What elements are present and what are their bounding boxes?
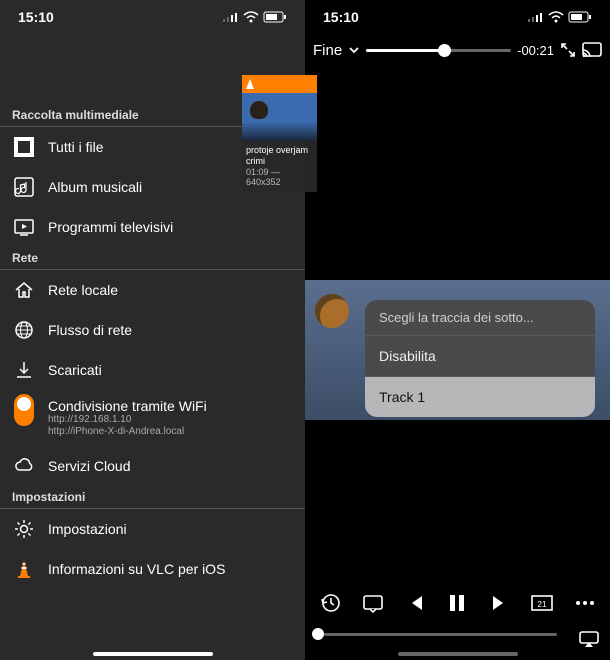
section-network: Rete: [0, 247, 305, 270]
cloud-icon: [12, 454, 36, 478]
pause-button[interactable]: [442, 588, 472, 618]
status-bar: 15:10: [0, 0, 305, 34]
status-bar: 15:10: [305, 0, 610, 34]
battery-icon: [568, 11, 592, 23]
menu-cloud[interactable]: Servizi Cloud: [0, 446, 305, 486]
section-settings: Impostazioni: [0, 486, 305, 509]
vlc-cone-icon: [246, 79, 254, 89]
subtitle-icon[interactable]: [358, 588, 388, 618]
subtitle-track-popup: Scegli la traccia dei sotto... Disabilit…: [365, 300, 595, 417]
wifi-icon: [548, 11, 564, 23]
wifi-url2: http://iPhone-X-di-Andrea.local: [48, 426, 207, 438]
next-button[interactable]: [485, 588, 515, 618]
globe-icon: [12, 318, 36, 342]
video-meta: 01:09 — 640x352: [246, 167, 313, 189]
vlc-cone-icon: [12, 557, 36, 581]
menu-about[interactable]: Informazioni su VLC per iOS: [0, 549, 305, 589]
wifi-url1: http://192.168.1.10: [48, 414, 207, 426]
menu-label: Tutti i file: [48, 139, 104, 155]
video-title: protoje overjam crimi: [246, 145, 313, 167]
done-button[interactable]: Fine: [313, 42, 342, 59]
menu-label: Programmi televisivi: [48, 219, 173, 235]
menu-screen: 15:10 protoje overjam crimi 01:09 — 640x…: [0, 0, 305, 660]
playback-controls: 21: [305, 588, 610, 626]
time-remaining: -00:21: [517, 43, 554, 58]
menu-label: Album musicali: [48, 179, 142, 195]
download-icon: [12, 358, 36, 382]
previous-button[interactable]: [400, 588, 430, 618]
video-info: protoje overjam crimi 01:09 — 640x352: [242, 141, 317, 192]
popup-title: Scegli la traccia dei sotto...: [365, 300, 595, 335]
cellular-icon: [223, 12, 239, 22]
status-time: 15:10: [323, 9, 359, 25]
chevron-down-icon[interactable]: [348, 44, 360, 56]
player-screen: 15:10 Fine -00:21: [305, 0, 610, 660]
menu-label: Servizi Cloud: [48, 458, 130, 474]
wifi-toggle[interactable]: [12, 398, 36, 422]
airplay-icon[interactable]: [578, 630, 600, 648]
status-time: 15:10: [18, 9, 54, 25]
menu-tv-shows[interactable]: Programmi televisivi: [0, 207, 305, 247]
menu-network-stream[interactable]: Flusso di rete: [0, 310, 305, 350]
menu-label: Scaricati: [48, 362, 102, 378]
home-indicator[interactable]: [398, 652, 518, 656]
music-icon: [12, 175, 36, 199]
player-top-bar: Fine -00:21: [305, 34, 610, 62]
menu-settings[interactable]: Impostazioni: [0, 509, 305, 549]
fullscreen-icon[interactable]: [560, 42, 576, 58]
cast-icon[interactable]: [582, 42, 602, 58]
menu-label: Impostazioni: [48, 521, 127, 537]
history-icon[interactable]: [315, 588, 345, 618]
gear-icon: [12, 517, 36, 541]
video-thumbnail: [242, 93, 317, 141]
playback-scrubber[interactable]: [366, 40, 511, 60]
menu-local-network[interactable]: Rete locale: [0, 270, 305, 310]
more-icon[interactable]: [570, 588, 600, 618]
home-indicator[interactable]: [93, 652, 213, 656]
menu-label: Condivisione tramite WiFi: [48, 398, 207, 414]
menu-wifi-sharing[interactable]: Condivisione tramite WiFi http://192.168…: [0, 390, 305, 446]
svg-text:21: 21: [538, 600, 547, 609]
menu-downloads[interactable]: Scaricati: [0, 350, 305, 390]
subtitle-option-disable[interactable]: Disabilita: [365, 335, 595, 376]
menu-label: Flusso di rete: [48, 322, 132, 338]
battery-icon: [263, 11, 287, 23]
status-icons: [528, 11, 592, 23]
menu-label: Informazioni su VLC per iOS: [48, 561, 225, 577]
menu-label: Rete locale: [48, 282, 118, 298]
home-icon: [12, 278, 36, 302]
video-thumbnail-card[interactable]: protoje overjam crimi 01:09 — 640x352: [242, 75, 317, 192]
cellular-icon: [528, 12, 544, 22]
status-icons: [223, 11, 287, 23]
subtitle-option-track1[interactable]: Track 1: [365, 376, 595, 417]
wifi-icon: [243, 11, 259, 23]
tv-icon: [12, 215, 36, 239]
aspect-ratio-icon[interactable]: 21: [527, 588, 557, 618]
secondary-scrubber[interactable]: [317, 624, 557, 644]
all-files-icon: [12, 135, 36, 159]
